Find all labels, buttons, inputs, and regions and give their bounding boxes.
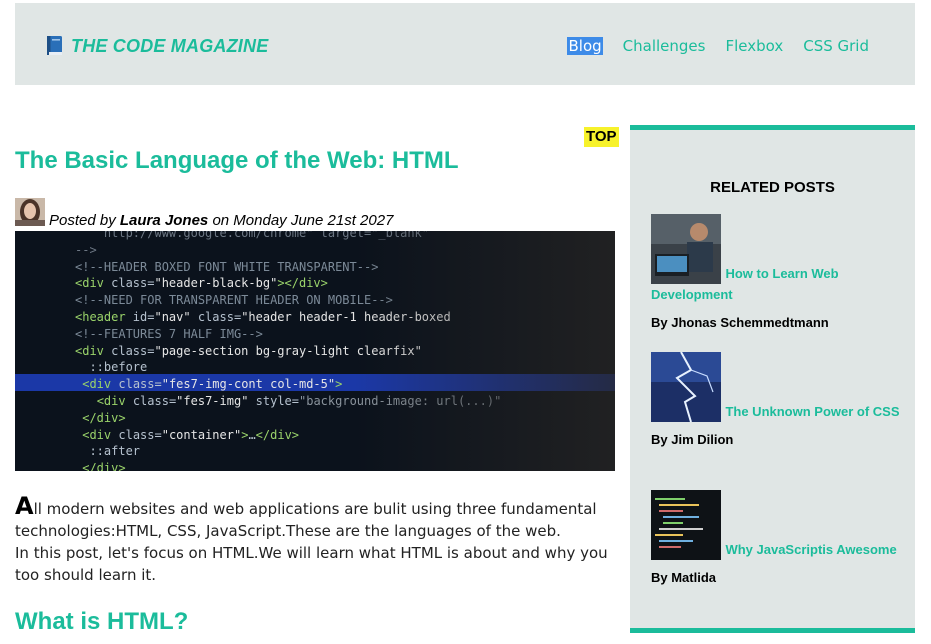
site-header: THE CODE MAGAZINE Blog Challenges Flexbo… <box>15 3 915 85</box>
nav-blog[interactable]: Blog <box>567 37 603 55</box>
nav-challenges[interactable]: Challenges <box>623 37 706 55</box>
related-thumb-laptop[interactable] <box>651 214 721 284</box>
intro-line-1: ll modern websites and web applications … <box>15 500 597 540</box>
top-badge: TOP <box>584 127 619 147</box>
hero-image: http://www.google.com/chrome" target="_b… <box>15 231 615 471</box>
book-icon <box>47 36 62 55</box>
related-thumb-lightning[interactable] <box>651 352 721 422</box>
byline-prefix: Posted by <box>49 212 116 229</box>
nav-flexbox[interactable]: Flexbox <box>725 37 783 55</box>
related-post-author-3: By Matlida <box>651 570 717 585</box>
sidebar-title: RELATED POSTS <box>710 179 835 196</box>
main-nav: Blog Challenges Flexbox CSS Grid <box>567 37 869 55</box>
brand-logo[interactable]: THE CODE MAGAZINE <box>45 35 268 57</box>
related-post-author-1: By Jhonas Schemmedtmann <box>651 315 829 330</box>
post-byline: Posted by Laura Jones on Monday June 21s… <box>49 212 393 229</box>
brand-name: THE CODE MAGAZINE <box>71 35 269 56</box>
intro-line-2: In this post, let's focus on HTML.We wil… <box>15 544 608 584</box>
related-post-link-3[interactable]: Why JavaScriptis Awesome <box>725 542 896 557</box>
related-post-author-2: By Jim Dilion <box>651 432 734 447</box>
section-title: What is HTML? <box>15 608 189 635</box>
post-title: The Basic Language of the Web: HTML <box>15 147 459 174</box>
nav-css-grid[interactable]: CSS Grid <box>803 37 869 55</box>
related-thumb-code[interactable] <box>651 490 721 560</box>
author-avatar <box>15 198 45 226</box>
byline-date: Monday June 21st 2027 <box>233 212 394 229</box>
related-post-item: Why JavaScriptis Awesome By Matlida <box>651 490 901 585</box>
intro-dropcap: A <box>15 492 34 520</box>
related-post-item: How to Learn Web Development By Jhonas S… <box>651 214 901 330</box>
byline-author[interactable]: Laura Jones <box>120 212 208 229</box>
related-posts-sidebar: RELATED POSTS How to Learn Web Developme… <box>630 125 915 633</box>
related-post-item: The Unknown Power of CSS By Jim Dilion <box>651 352 901 447</box>
post-intro: All modern websites and web applications… <box>15 492 615 586</box>
related-post-link-2[interactable]: The Unknown Power of CSS <box>725 404 899 419</box>
byline-middle: on <box>212 212 230 229</box>
